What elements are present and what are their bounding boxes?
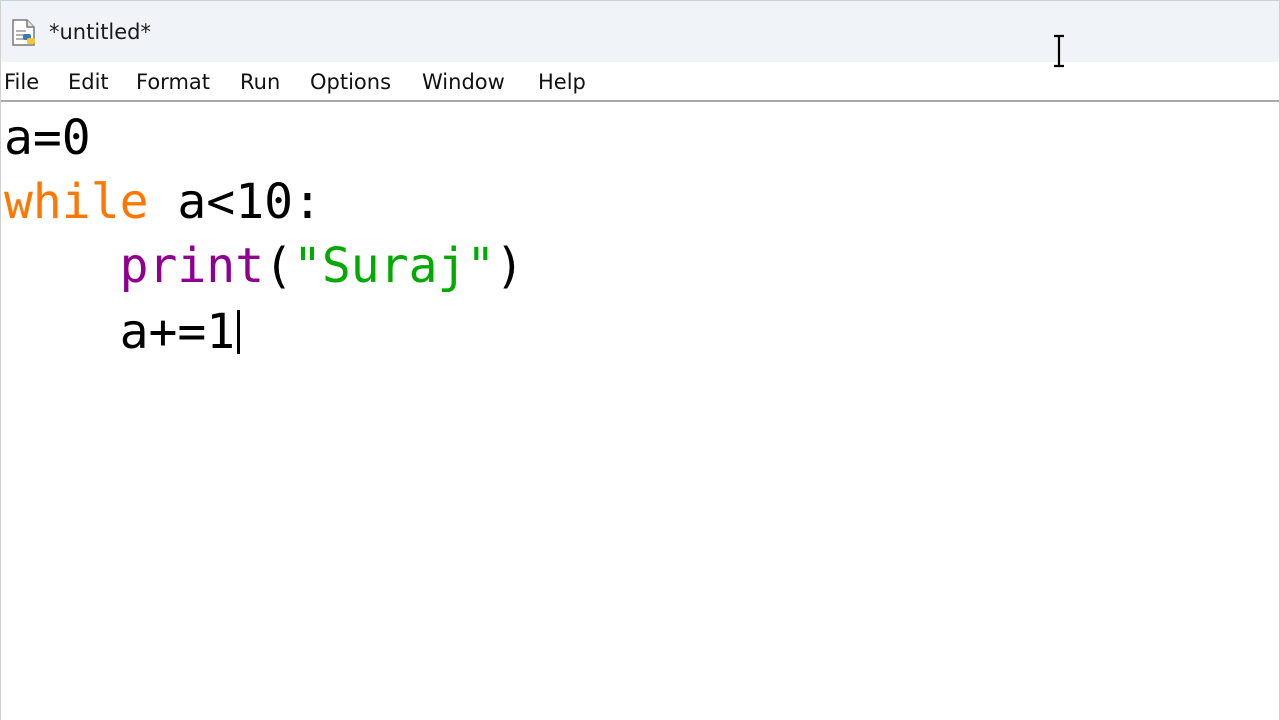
code-line-1: a=0 [4,106,91,170]
menu-file[interactable]: File [4,68,39,96]
menu-options[interactable]: Options [310,68,391,96]
string-token: "Suraj" [293,238,496,294]
code-line-3: print("Suraj") [4,234,525,298]
text-cursor-icon [1054,34,1064,68]
menu-run[interactable]: Run [240,68,280,96]
code-line-4: a+=1 [4,300,241,364]
menu-edit[interactable]: Edit [68,68,109,96]
code-text: a<10: [148,174,322,230]
keyword-token: while [4,174,149,230]
text-caret [237,310,241,354]
idle-editor-window: *untitled* File Edit Format Run Options … [0,0,1280,720]
code-editor[interactable]: a=0 while a<10: print("Suraj") a+=1 [1,102,1279,720]
code-text: a+=1 [119,304,236,360]
builtin-token: print [119,238,265,294]
menu-format[interactable]: Format [136,68,210,96]
paren-close: ) [495,238,525,294]
paren-open: ( [264,238,293,294]
window-title: *untitled* [49,20,152,44]
title-bar[interactable]: *untitled* [1,0,1279,62]
menu-window[interactable]: Window [422,68,505,96]
menu-bar: File Edit Format Run Options Window Help [1,62,1279,102]
menu-help[interactable]: Help [538,68,586,96]
code-line-2: while a<10: [4,170,322,234]
code-text: a=0 [4,110,91,166]
python-file-icon [12,19,35,46]
